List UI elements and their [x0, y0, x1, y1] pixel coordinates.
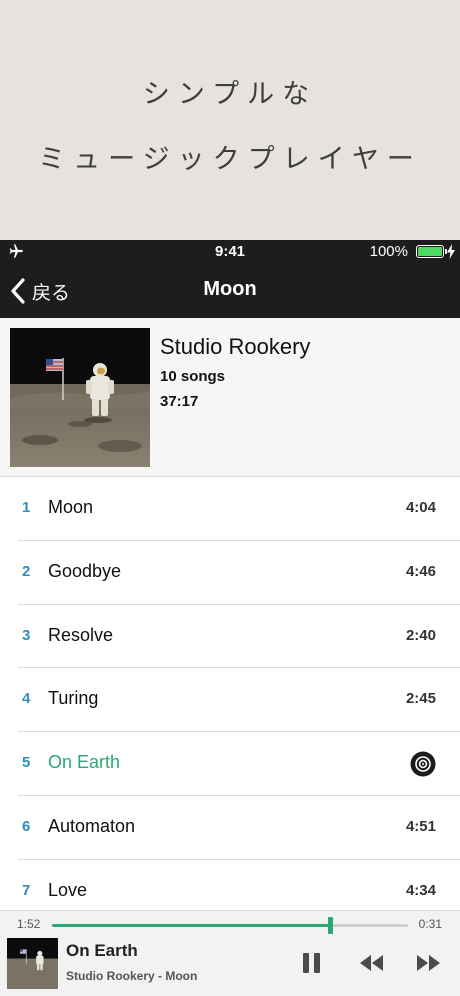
now-playing-subtitle: Studio Rookery - Moon: [66, 969, 198, 983]
progress-slider[interactable]: [52, 917, 408, 934]
status-bar: 9:41 100%: [0, 240, 460, 264]
track-row[interactable]: 1 Moon 4:04: [0, 477, 460, 541]
track-title: On Earth: [48, 752, 121, 773]
progress-thumb[interactable]: [327, 917, 333, 934]
page-title: Moon: [203, 278, 257, 300]
track-duration: 2:40: [405, 626, 436, 644]
track-duration: 4:46: [405, 562, 436, 580]
track-row[interactable]: 4 Turing 2:45: [0, 668, 460, 732]
mini-artwork[interactable]: [7, 938, 58, 989]
album-title: Studio Rookery: [160, 334, 311, 359]
now-playing-title: On Earth: [66, 941, 138, 960]
pause-icon[interactable]: [298, 951, 326, 975]
track-title: Love: [48, 879, 88, 900]
track-number: 1: [22, 499, 31, 516]
progress-fill: [52, 924, 330, 927]
speaker-icon: [410, 751, 436, 777]
track-number: 7: [22, 881, 31, 899]
track-row[interactable]: 3 Resolve 2:40: [0, 605, 460, 669]
track-row[interactable]: 6 Automaton 4:51: [0, 796, 460, 860]
track-row-now-playing[interactable]: 5 On Earth: [0, 732, 460, 796]
track-title: Automaton: [48, 815, 136, 836]
track-number: 5: [22, 754, 31, 772]
track-title: Turing: [48, 688, 99, 709]
track-duration: 4:04: [405, 499, 436, 516]
track-duration: 2:45: [405, 690, 436, 708]
rewind-icon[interactable]: [357, 951, 385, 975]
track-duration: 4:34: [405, 881, 436, 899]
track-title: Moon: [48, 497, 94, 517]
album-artwork: [10, 328, 150, 467]
remaining-time: 0:31: [418, 917, 442, 931]
track-number: 6: [22, 817, 31, 835]
album-song-count: 10 songs: [160, 368, 226, 385]
battery-icon: [416, 245, 447, 258]
promo-line-1: シンプルな: [142, 79, 318, 110]
track-list: 1 Moon 4:04 2 Goodbye 4:46 3 Resolve 2:4…: [0, 477, 460, 924]
battery-percent: 100%: [369, 243, 408, 260]
album-info: Studio Rookery 10 songs 37:17: [160, 334, 310, 410]
album-header: Studio Rookery 10 songs 37:17: [0, 318, 460, 477]
bolt-icon: [447, 244, 455, 259]
promo-banner: シンプルな ミュージックプレイヤー: [0, 0, 460, 240]
elapsed-time: 1:52: [17, 917, 41, 931]
track-number: 3: [22, 626, 31, 644]
promo-line-2: ミュージックプレイヤー: [38, 144, 422, 175]
fast-forward-icon[interactable]: [415, 951, 443, 975]
track-row[interactable]: 2 Goodbye 4:46: [0, 541, 460, 605]
phone-screen: 9:41 100% 戻る Moon Studio Rookery 10 song…: [0, 240, 460, 996]
now-playing-bar: 1:52 0:31 On Earth Studio Rookery - Moon: [0, 910, 460, 996]
track-title: Resolve: [48, 624, 114, 645]
track-number: 2: [22, 562, 31, 580]
navigation-bar: 戻る Moon: [0, 264, 460, 318]
track-number: 4: [22, 690, 31, 708]
track-title: Goodbye: [48, 560, 122, 581]
track-duration: 4:51: [405, 817, 436, 835]
album-total-duration: 37:17: [160, 393, 199, 410]
